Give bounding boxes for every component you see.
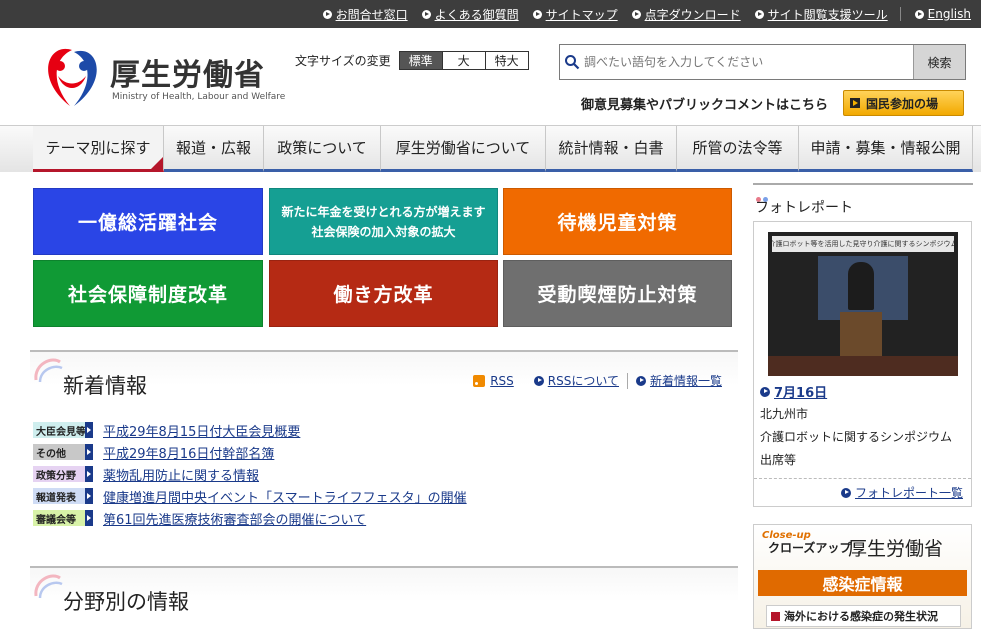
- search-box: 検索: [559, 44, 966, 80]
- news-category-badge: 審議会等: [33, 510, 93, 526]
- list-item: 審議会等 第61回先進医療技術審査部会の開催について: [33, 509, 366, 528]
- english-link[interactable]: English: [914, 7, 971, 21]
- arrow-icon: [85, 422, 93, 438]
- arrow-icon: [85, 466, 93, 482]
- arrow-icon: [631, 9, 641, 19]
- photo-report-header: フォトレポート: [753, 183, 973, 217]
- tile-ichioku[interactable]: 一億総活躍社会: [33, 188, 263, 255]
- logo-english-text: Ministry of Health, Labour and Welfare: [112, 92, 286, 102]
- list-item: 政策分野 薬物乱用防止に関する情報: [33, 465, 259, 484]
- photo-report-image[interactable]: 介護ロボット等を活用した見守り介護に関するシンポジウム: [768, 232, 958, 376]
- news-title: 新着情報: [63, 374, 147, 398]
- news-category-badge: その他: [33, 444, 93, 460]
- tile-pension[interactable]: 新たに年金を受けとれる方が増えます 社会保険の加入対象の拡大: [269, 188, 498, 255]
- arrow-icon: [85, 488, 93, 504]
- arrow-icon: [754, 9, 764, 19]
- arrow-icon: [322, 9, 332, 19]
- accessibility-tool-link[interactable]: サイト閲覧支援ツール: [754, 6, 888, 23]
- search-input[interactable]: [582, 49, 906, 75]
- square-icon: [771, 611, 780, 621]
- list-item: 報道発表 健康増進月間中央イベント「スマートライフフェスタ」の開催: [33, 487, 467, 506]
- nav-policy[interactable]: 政策について: [264, 126, 381, 172]
- nav-applications[interactable]: 申請・募集・情報公開: [799, 126, 973, 172]
- news-link[interactable]: 薬物乱用防止に関する情報: [103, 465, 259, 484]
- photo-report-box: 介護ロボット等を活用した見守り介護に関するシンポジウム 7月16日 北九州市 介…: [753, 221, 972, 507]
- news-links: RSS RSSについて 新着情報一覧: [473, 372, 722, 389]
- arrow-icon: [421, 9, 431, 19]
- utility-links: お問合せ窓口 よくある御質問 サイトマップ 点字ダウンロード サイト閲覧支援ツー…: [309, 0, 971, 28]
- arrow-icon: [840, 487, 851, 498]
- arrow-icon: [85, 444, 93, 460]
- font-size-standard-button[interactable]: 標準: [398, 51, 443, 70]
- arrow-icon: [635, 375, 646, 386]
- mhlw-logo-icon: [48, 48, 97, 106]
- nav-press[interactable]: 報道・広報: [164, 126, 264, 172]
- top-bar: お問合せ窓口 よくある御質問 サイトマップ 点字ダウンロード サイト閲覧支援ツー…: [0, 0, 981, 28]
- braille-download-link[interactable]: 点字ダウンロード: [631, 6, 741, 23]
- rss-link[interactable]: RSS: [490, 374, 514, 388]
- global-nav: テーマ別に探す 報道・広報 政策について 厚生労働省について 統計情報・白書 所…: [0, 125, 981, 172]
- infection-info-heading[interactable]: 感染症情報: [758, 570, 967, 596]
- closeup-box: Close-up クローズアップ 厚生労働省 感染症情報 海外における感染症の発…: [753, 524, 972, 629]
- search-button[interactable]: 検索: [913, 45, 965, 79]
- font-size-switcher: 文字サイズの変更 標準 大 特大: [295, 51, 529, 70]
- faq-link[interactable]: よくある御質問: [421, 6, 519, 23]
- nav-laws[interactable]: 所管の法令等: [677, 126, 799, 172]
- photo-report-list-link[interactable]: フォトレポート一覧: [855, 484, 963, 501]
- contact-link[interactable]: お問合せ窓口: [322, 6, 408, 23]
- arrow-icon: [532, 9, 542, 19]
- fields-section-header: 分野別の情報: [30, 566, 738, 624]
- tile-smoking[interactable]: 受動喫煙防止対策: [503, 260, 732, 327]
- news-link[interactable]: 平成29年8月15日付大臣会見概要: [103, 421, 300, 440]
- photo-report-more: フォトレポート一覧: [754, 478, 971, 506]
- tile-social-security[interactable]: 社会保障制度改革: [33, 260, 263, 327]
- swirl-icon: [34, 358, 63, 383]
- logo-text: 厚生労働省: [110, 58, 265, 93]
- overseas-infection-link[interactable]: 海外における感染症の発生状況: [766, 605, 961, 627]
- arrow-icon: [85, 510, 93, 526]
- news-category-badge: 政策分野: [33, 466, 93, 482]
- public-comment-text: 御意見募集やパブリックコメントはこちら: [581, 98, 829, 113]
- fields-title: 分野別の情報: [63, 590, 189, 614]
- sitemap-link[interactable]: サイトマップ: [532, 6, 618, 23]
- corner-arrow-icon: [151, 157, 163, 169]
- swirl-icon: [34, 574, 63, 599]
- font-size-xlarge-button[interactable]: 特大: [485, 51, 529, 70]
- list-item: 大臣会見等 平成29年8月15日付大臣会見概要: [33, 421, 300, 440]
- tile-work-reform[interactable]: 働き方改革: [269, 260, 498, 327]
- photo-report-title: フォトレポート: [755, 200, 853, 216]
- font-size-label: 文字サイズの変更: [295, 54, 391, 68]
- photo-report-date-link[interactable]: 7月16日: [760, 382, 827, 401]
- news-link[interactable]: 平成29年8月16日付幹部名簿: [103, 443, 274, 462]
- news-section-header: 新着情報 RSS RSSについて 新着情報一覧: [30, 350, 738, 408]
- arrow-icon: [533, 375, 544, 386]
- news-category-badge: 大臣会見等: [33, 422, 93, 438]
- closeup-jp-label: クローズアップ: [768, 541, 852, 555]
- divider: [899, 7, 901, 21]
- news-category-badge: 報道発表: [33, 488, 93, 504]
- photo-banner-text: 介護ロボット等を活用した見守り介護に関するシンポジウム: [772, 236, 954, 252]
- arrow-icon: [850, 98, 860, 108]
- rss-icon: [473, 374, 486, 387]
- search-icon: [565, 55, 580, 70]
- public-participation-button[interactable]: 国民参加の場: [843, 90, 964, 116]
- font-size-large-button[interactable]: 大: [442, 51, 486, 70]
- arrow-icon: [914, 9, 924, 19]
- site-logo[interactable]: 厚生労働省 Ministry of Health, Labour and Wel…: [40, 40, 300, 110]
- news-link[interactable]: 第61回先進医療技術審査部会の開催について: [103, 509, 366, 528]
- photo-report-description: 北九州市 介護ロボットに関するシンポジウム 出席等: [760, 407, 953, 467]
- news-link[interactable]: 健康増進月間中央イベント「スマートライフフェスタ」の開催: [103, 487, 467, 506]
- tile-childcare[interactable]: 待機児童対策: [503, 188, 732, 255]
- nav-statistics[interactable]: 統計情報・白書: [546, 126, 677, 172]
- arrow-icon: [760, 386, 770, 397]
- rss-about-link[interactable]: RSSについて: [548, 372, 619, 389]
- nav-theme-search[interactable]: テーマ別に探す: [33, 126, 164, 172]
- news-list-link[interactable]: 新着情報一覧: [650, 372, 722, 389]
- list-item: その他 平成29年8月16日付幹部名簿: [33, 443, 274, 462]
- nav-about[interactable]: 厚生労働省について: [381, 126, 546, 172]
- closeup-org-label: 厚生労働省: [848, 538, 944, 560]
